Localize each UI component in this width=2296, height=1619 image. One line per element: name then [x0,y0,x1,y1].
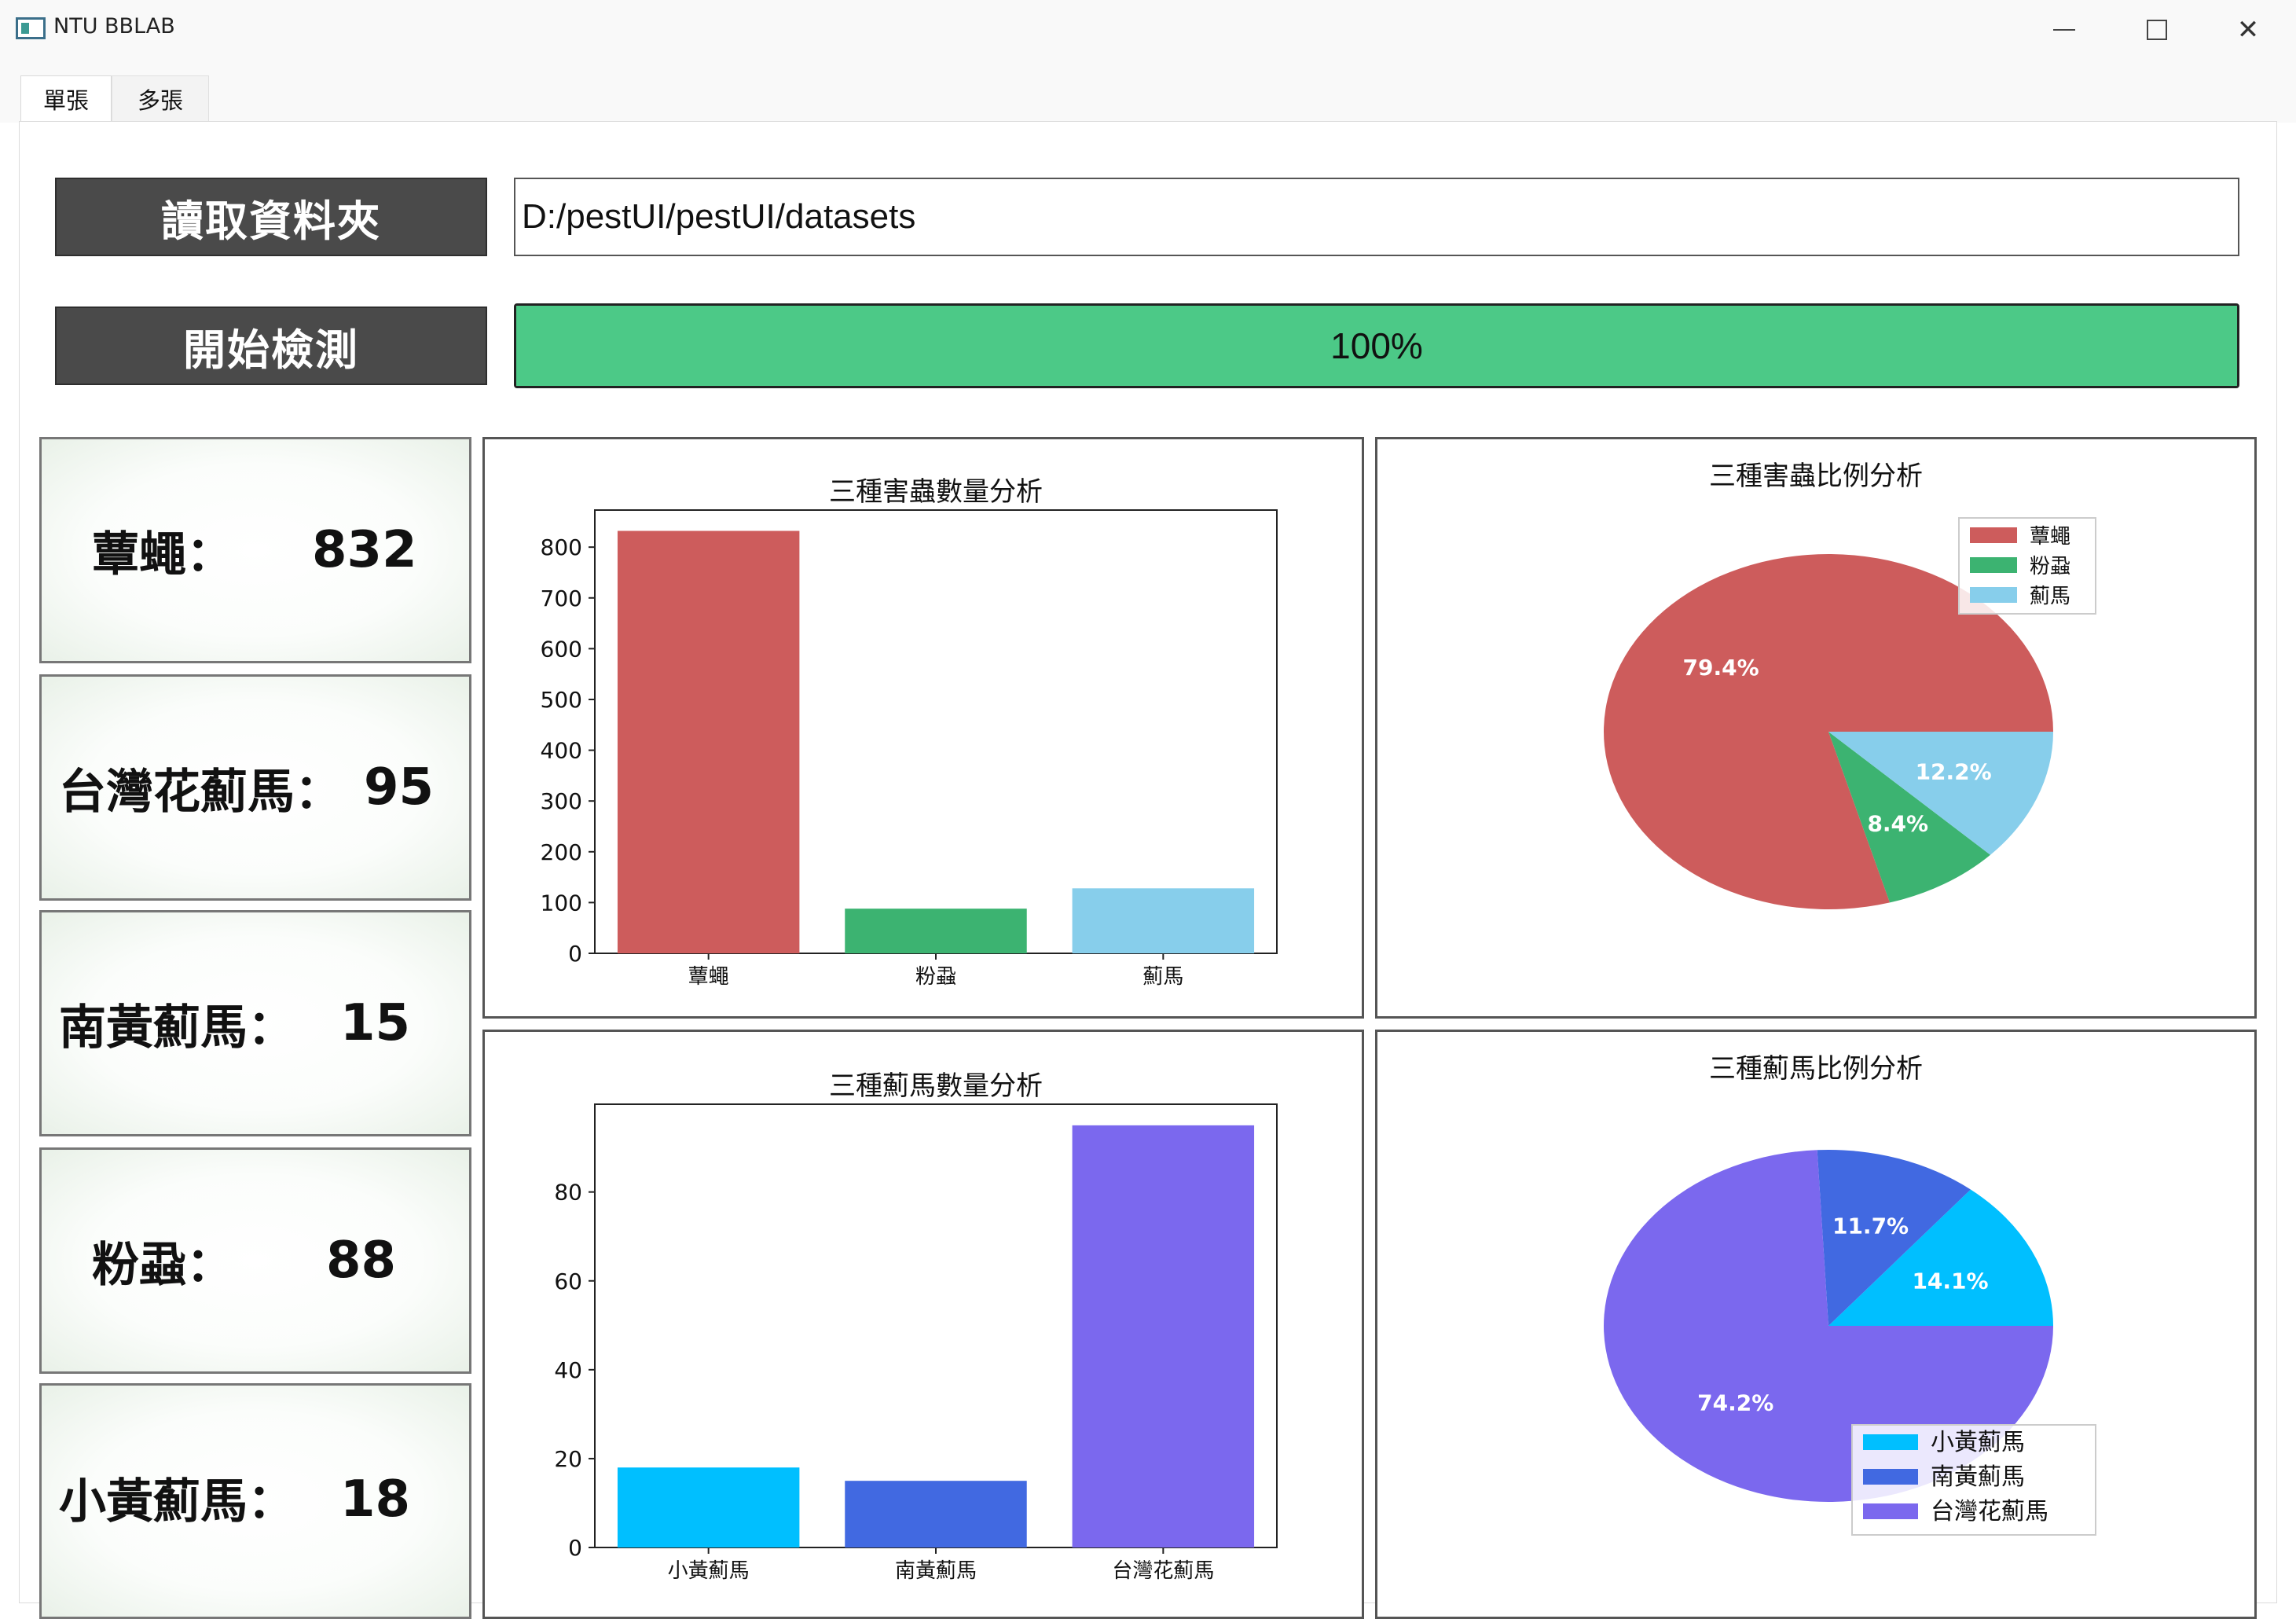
y-tick-label: 0 [568,1535,582,1561]
maximize-icon [2147,20,2167,40]
legend-label: 蕈蠅 [2030,525,2070,549]
count-card-taiwan-flower-thrips: 台灣花薊馬： 95 [39,674,471,901]
bar [617,530,800,953]
y-tick-label: 400 [541,738,582,764]
legend-label: 台灣花薊馬 [1931,1498,2048,1525]
y-tick-label: 800 [541,534,582,560]
legend-label: 南黃薊馬 [1931,1463,2025,1491]
y-tick-label: 0 [568,941,582,967]
count-value: 18 [340,1470,411,1529]
minimize-button[interactable] [2021,8,2107,52]
pct-label: 14.1% [1912,1268,1988,1294]
tab-single[interactable]: 單張 [20,75,112,121]
count-card-chilli-thrips: 小黃薊馬： 18 [39,1383,471,1619]
x-tick-label: 粉蝨 [915,965,956,989]
y-tick-label: 60 [554,1268,582,1294]
pest-ratio-pie-chart: 三種害蟲比例分析 79.4% 8.4% 12.2% 蕈蠅粉蝨薊馬 [1375,437,2257,1019]
count-value: 15 [340,994,411,1052]
y-tick-label: 20 [554,1446,582,1472]
y-tick-label: 700 [541,586,582,611]
chart-title: 三種薊馬數量分析 [829,1070,1043,1102]
y-tick-label: 100 [541,890,582,916]
legend-swatch [1970,557,2017,573]
pct-label: 8.4% [1867,810,1928,836]
count-card-whitefly: 粉蝨： 88 [39,1147,471,1374]
tab-bar [0,60,2296,123]
chart-title: 三種害蟲數量分析 [829,476,1043,508]
y-tick-label: 500 [541,687,582,713]
minimize-icon [2053,29,2075,31]
progress-bar: 100% [514,303,2239,388]
pest-count-bar-chart: 三種害蟲數量分析 0 100 200 300 400 500 600 700 800 蕈蠅 粉蝨 薊馬 [482,437,1364,1019]
progress-text: 100% [1330,325,1423,366]
bar [845,1481,1027,1547]
legend-swatch [1970,527,2017,543]
chart-title: 三種薊馬比例分析 [1709,1053,1923,1085]
pct-label: 79.4% [1683,655,1759,681]
x-tick-label: 小黃薊馬 [668,1559,750,1583]
start-detect-button[interactable]: 開始檢測 [55,307,487,385]
bar [1072,888,1255,953]
chart-svg: 三種薊馬數量分析 0 20 40 60 80 小黃薊馬 南黃薊馬 台灣花薊馬 [554,1070,1278,1583]
pct-label: 74.2% [1697,1390,1773,1415]
y-tick-label: 300 [541,788,582,814]
legend-label: 小黃薊馬 [1931,1429,2025,1456]
legend-swatch [1863,1503,1918,1519]
count-value: 832 [312,521,417,579]
y-tick-label: 600 [541,636,582,662]
y-tick-label: 40 [554,1357,582,1383]
bar [1072,1125,1255,1547]
chart-svg: 三種害蟲比例分析 79.4% 8.4% 12.2% 蕈蠅粉蝨薊馬 [1604,461,2096,909]
count-card-fungus-gnat: 蕈蠅： 832 [39,437,471,663]
thrips-ratio-pie-chart: 三種薊馬比例分析 14.1% 11.7% 74.2% 小黃薊馬南黃薊馬台灣花薊馬 [1375,1030,2257,1619]
read-folder-button[interactable]: 讀取資料夾 [55,178,487,256]
legend-swatch [1970,587,2017,603]
maximize-button[interactable] [2114,8,2200,52]
y-tick-label: 200 [541,839,582,865]
bar [845,909,1027,953]
folder-path-field[interactable]: D:/pestUI/pestUI/datasets [514,178,2239,256]
tab-multi[interactable]: 多張 [112,75,209,121]
pct-label: 12.2% [1916,759,1992,785]
legend-swatch [1863,1434,1918,1450]
legend-label: 粉蝨 [2030,555,2070,578]
count-label: 小黃薊馬： [59,1474,295,1529]
chart-svg: 三種薊馬比例分析 14.1% 11.7% 74.2% 小黃薊馬南黃薊馬台灣花薊馬 [1604,1053,2096,1536]
close-button[interactable]: ✕ [2205,8,2291,52]
window-title: NTU BBLAB [53,14,175,39]
count-value: 88 [326,1232,397,1290]
chart-title: 三種害蟲比例分析 [1709,461,1923,492]
pct-label: 11.7% [1832,1213,1909,1239]
app-icon [16,17,46,39]
legend-swatch [1863,1469,1918,1485]
count-label: 台灣花薊馬： [59,764,342,820]
chart-svg: 三種害蟲數量分析 0 100 200 300 400 500 600 700 800 蕈蠅 粉蝨 薊馬 [541,476,1278,989]
bar [617,1467,800,1547]
x-tick-label: 蕈蠅 [688,965,729,989]
title-bar [0,0,2296,60]
x-tick-label: 薊馬 [1142,965,1183,989]
x-tick-label: 南黃薊馬 [895,1559,977,1583]
count-value: 95 [364,758,435,817]
count-label: 蕈蠅： [92,527,233,582]
x-tick-label: 台灣花薊馬 [1112,1559,1214,1583]
y-tick-label: 80 [554,1180,582,1206]
count-label: 南黃薊馬： [59,1000,295,1055]
count-card-melon-thrips: 南黃薊馬： 15 [39,910,471,1136]
legend-label: 薊馬 [2030,585,2070,608]
count-label: 粉蝨： [92,1237,233,1293]
close-icon: ✕ [2236,14,2260,46]
thrips-count-bar-chart: 三種薊馬數量分析 0 20 40 60 80 小黃薊馬 南黃薊馬 台灣花薊馬 [482,1030,1364,1619]
